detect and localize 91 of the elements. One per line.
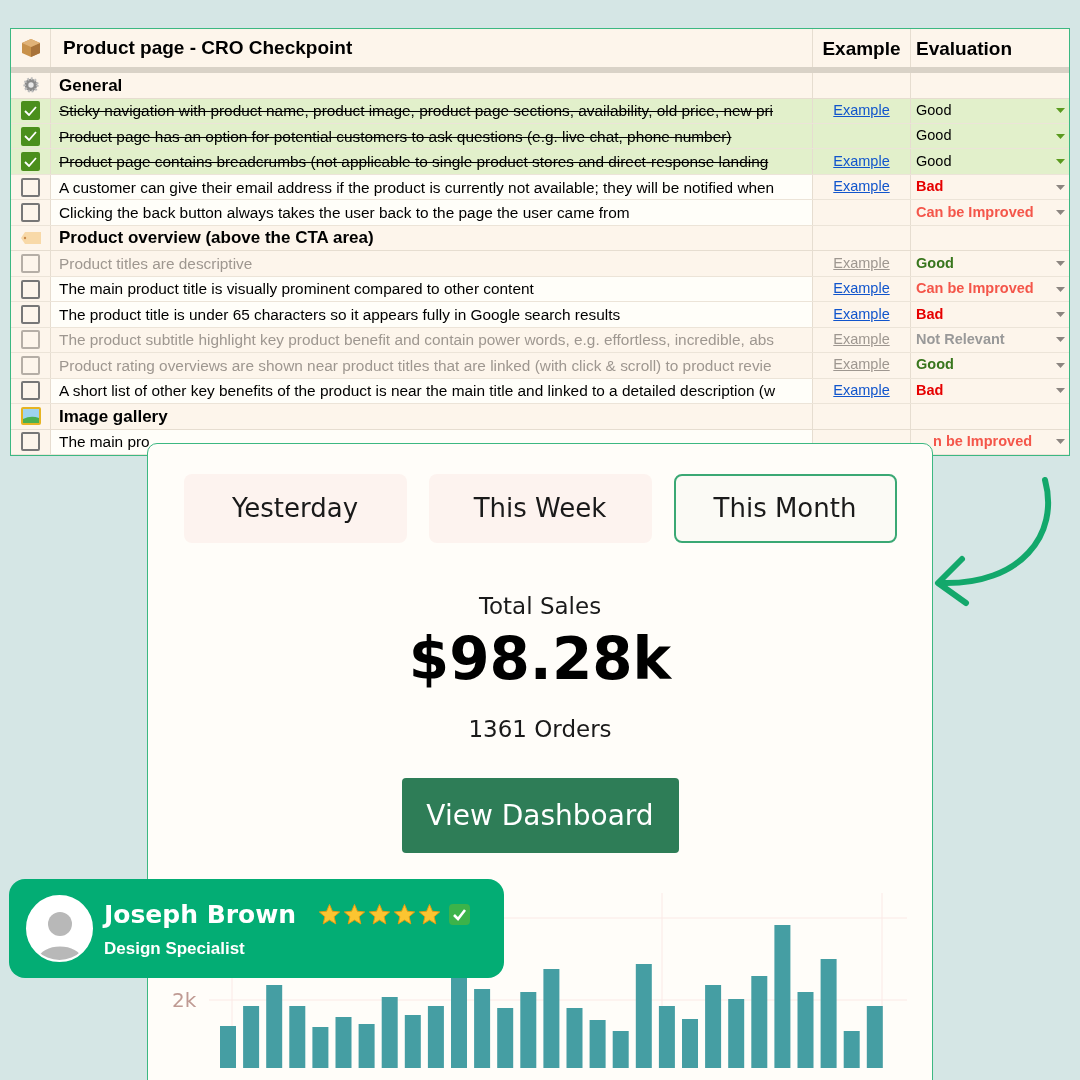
checkbox[interactable]: [21, 101, 40, 121]
table-cell: A customer can give their email address if the product is currently not available; they will be notified when: [51, 174, 813, 200]
checkbox[interactable]: [21, 279, 40, 299]
metric-label: Total Sales: [478, 592, 602, 621]
chart-bar: [843, 1031, 860, 1068]
checkbox[interactable]: [21, 152, 40, 172]
checkbox[interactable]: [21, 126, 40, 146]
star-icon: [368, 903, 392, 927]
chart-bar: [220, 1026, 236, 1068]
evaluation-dropdown[interactable]: Bad: [911, 378, 1069, 403]
example-link[interactable]: Example: [833, 99, 890, 122]
tag-icon: [20, 232, 41, 245]
chart-bar: [566, 1008, 583, 1068]
period-tab[interactable]: Yesterday: [183, 474, 407, 543]
star-icon: [418, 903, 442, 927]
chart-bar: [335, 1017, 352, 1068]
table-cell: Product titles are descriptive: [51, 251, 813, 276]
example-link[interactable]: Example: [833, 176, 890, 198]
table-cell: Product page contains breadcrumbs (not applicable to single product stores and direct-response landing: [51, 149, 813, 174]
example-link[interactable]: Example: [833, 379, 890, 402]
example-link[interactable]: Example: [833, 278, 890, 300]
chart-bar: [682, 1019, 698, 1068]
checkbox[interactable]: [21, 381, 40, 401]
picture-icon: [20, 407, 41, 426]
chart-bar: [497, 1008, 514, 1068]
checkbox[interactable]: [21, 177, 40, 197]
checkbox[interactable]: [21, 432, 40, 452]
table-cell: Product rating overviews are shown near product titles that are linked (with click & scroll) to product revie: [51, 353, 813, 378]
caret-icon: [1056, 311, 1065, 317]
box-icon: [20, 38, 41, 58]
table-cell: A short list of other key benefits of the product is near the main title and linked to a detailed description (w: [51, 378, 813, 403]
table-cell: The main product title is visually prominent compared to other content: [51, 276, 813, 302]
evaluation-dropdown[interactable]: Good: [911, 98, 1069, 124]
caret-icon: [1056, 184, 1065, 190]
chart-bar: [658, 1006, 675, 1068]
evaluation-dropdown[interactable]: Good: [911, 124, 1069, 149]
column-header: Evaluation: [916, 36, 1013, 61]
verified-check-icon: [449, 904, 471, 926]
chart-bar: [358, 1024, 375, 1068]
evaluation-dropdown[interactable]: n be Improved: [933, 429, 1069, 455]
table-cell: Sticky navigation with product name, product image, product page sections, availability, old price, new pri: [51, 98, 813, 124]
chart-bar: [427, 1006, 444, 1068]
metric-value: $98.28k: [408, 629, 672, 688]
caret-icon: [1056, 108, 1065, 114]
evaluation-dropdown[interactable]: Bad: [911, 174, 1069, 200]
example-link[interactable]: Example: [833, 303, 890, 326]
caret-icon: [1056, 133, 1065, 139]
period-tab[interactable]: This Week: [428, 474, 652, 543]
star-icon: [393, 903, 417, 927]
chart-bar: [289, 1006, 306, 1068]
chart-bar: [243, 1006, 260, 1068]
orders-count: 1361 Orders: [468, 714, 612, 744]
caret-icon: [1056, 362, 1065, 368]
caret-icon: [1056, 439, 1065, 445]
reviewer-role: Design Specialist: [104, 937, 246, 960]
table-cell: Clicking the back button always takes the user back to the page the user came from: [51, 200, 813, 225]
checkbox[interactable]: [21, 203, 40, 223]
chart-bar: [612, 1031, 629, 1068]
reviewer-name: Joseph Brown: [104, 899, 297, 931]
example-link[interactable]: Example: [833, 150, 890, 173]
evaluation-dropdown[interactable]: Can be Improved: [911, 200, 1069, 225]
axis-label: 2k: [172, 988, 197, 1012]
caret-icon: [1056, 261, 1065, 267]
period-tab[interactable]: This Month: [673, 474, 897, 543]
section-heading: Product overview (above the CTA area): [59, 227, 374, 250]
chart-bar: [381, 997, 398, 1068]
section-heading: General: [59, 74, 123, 97]
evaluation-dropdown[interactable]: Good: [911, 149, 1069, 174]
view-dashboard-button[interactable]: View Dashboard: [401, 778, 679, 853]
caret-icon: [1056, 337, 1065, 343]
chart-bar: [728, 999, 745, 1068]
chart-bar: [589, 1020, 606, 1068]
star-icon: [318, 903, 342, 927]
caret-icon: [1056, 286, 1065, 292]
evaluation-dropdown[interactable]: Bad: [911, 302, 1069, 327]
caret-icon: [1056, 210, 1065, 216]
table-cell: The product subtitle highlight key product benefit and contain power words, e.g. effortless, incredible, abs: [51, 327, 813, 353]
sheet-title: Product page - CRO Checkpoint: [63, 35, 353, 60]
chart-bar: [312, 1027, 329, 1068]
chart-bar: [866, 1006, 883, 1068]
table-cell: Product page has an option for potential customers to ask questions (e.g. live chat, phone number): [51, 124, 813, 149]
table-cell: The product title is under 65 characters so it appears fully in Google search results: [51, 302, 813, 327]
checkbox[interactable]: [21, 304, 40, 324]
caret-icon: [1056, 159, 1065, 165]
evaluation-dropdown[interactable]: Can be Improved: [911, 276, 1069, 302]
section-heading: Image gallery: [59, 405, 168, 428]
chart-bar: [404, 1015, 421, 1068]
gear-icon: [21, 76, 40, 95]
column-header: Example: [822, 36, 901, 61]
star-icon: [343, 903, 367, 927]
caret-icon: [1056, 388, 1065, 394]
